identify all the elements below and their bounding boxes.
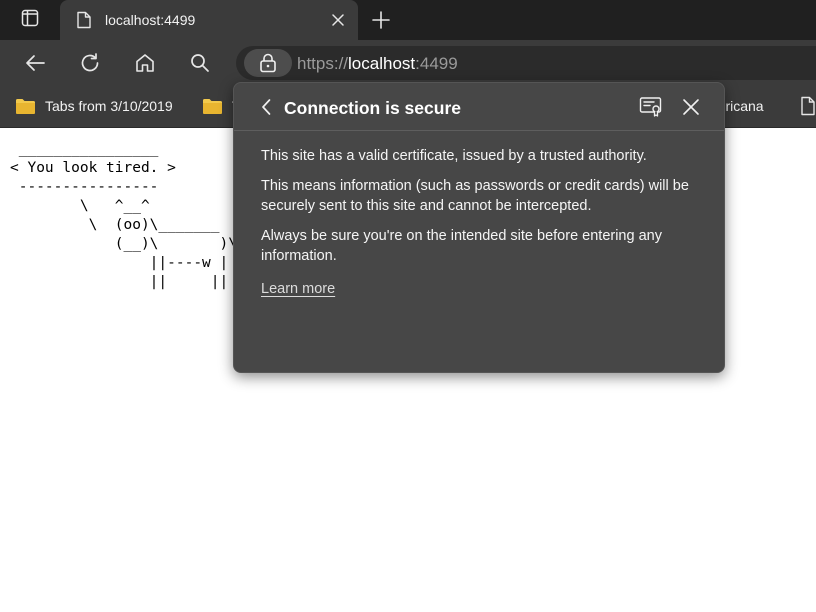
popup-header: Connection is secure [234,83,724,131]
chevron-left-icon [262,99,271,115]
popup-body: This site has a valid certificate, issue… [261,146,711,299]
lock-icon [260,53,276,73]
favorite-page[interactable] [800,95,816,117]
plus-icon [372,11,390,29]
favorite-folder-label: Tabs from 3/10/2019 [45,98,173,114]
refresh-icon [81,53,99,72]
url-scheme: https:// [297,54,349,73]
active-tab[interactable]: localhost:4499 [60,0,358,40]
close-icon [683,99,699,115]
address-bar[interactable]: https://localhost:4499 [236,46,816,80]
back-arrow-icon [26,55,45,71]
page-icon [74,10,94,30]
tab-title: localhost:4499 [105,12,196,28]
url-text[interactable]: https://localhost:4499 [297,54,458,73]
popup-back-button[interactable] [256,97,276,117]
popup-close-button[interactable] [680,96,702,118]
tab-actions-button[interactable] [16,6,44,34]
page-icon [801,96,815,116]
search-button[interactable] [186,49,214,77]
folder-icon [203,99,222,114]
new-tab-button[interactable] [368,7,394,33]
home-button[interactable] [131,49,159,77]
popup-paragraph-security: This means information (such as password… [261,178,689,214]
close-icon [332,14,344,26]
popup-paragraph-certificate: This site has a valid certificate, issue… [261,148,647,164]
favorite-folder-tabs[interactable]: Tabs from 3/10/2019 [15,95,173,117]
tab-actions-icon [21,9,39,32]
url-port: :4499 [415,54,458,73]
url-host: localhost [348,54,416,73]
search-icon [191,54,209,72]
learn-more-link[interactable]: Learn more [261,279,335,299]
popup-paragraph-warning: Always be sure you're on the intended si… [261,228,662,264]
home-icon [136,54,154,72]
toolbar: https://localhost:4499 [0,40,816,86]
cowsay-text: ________________ < You look tired. > ---… [10,141,254,290]
site-info-popup: Connection is secure This site has a val… [233,82,725,373]
site-info-button[interactable] [244,49,292,77]
tab-strip: localhost:4499 [0,0,816,40]
refresh-button[interactable] [76,49,104,77]
folder-icon [16,99,35,114]
certificate-button[interactable] [638,95,664,119]
back-button[interactable] [21,49,49,77]
tab-close-button[interactable] [328,10,348,30]
popup-title: Connection is secure [284,98,461,118]
certificate-icon [639,97,662,117]
